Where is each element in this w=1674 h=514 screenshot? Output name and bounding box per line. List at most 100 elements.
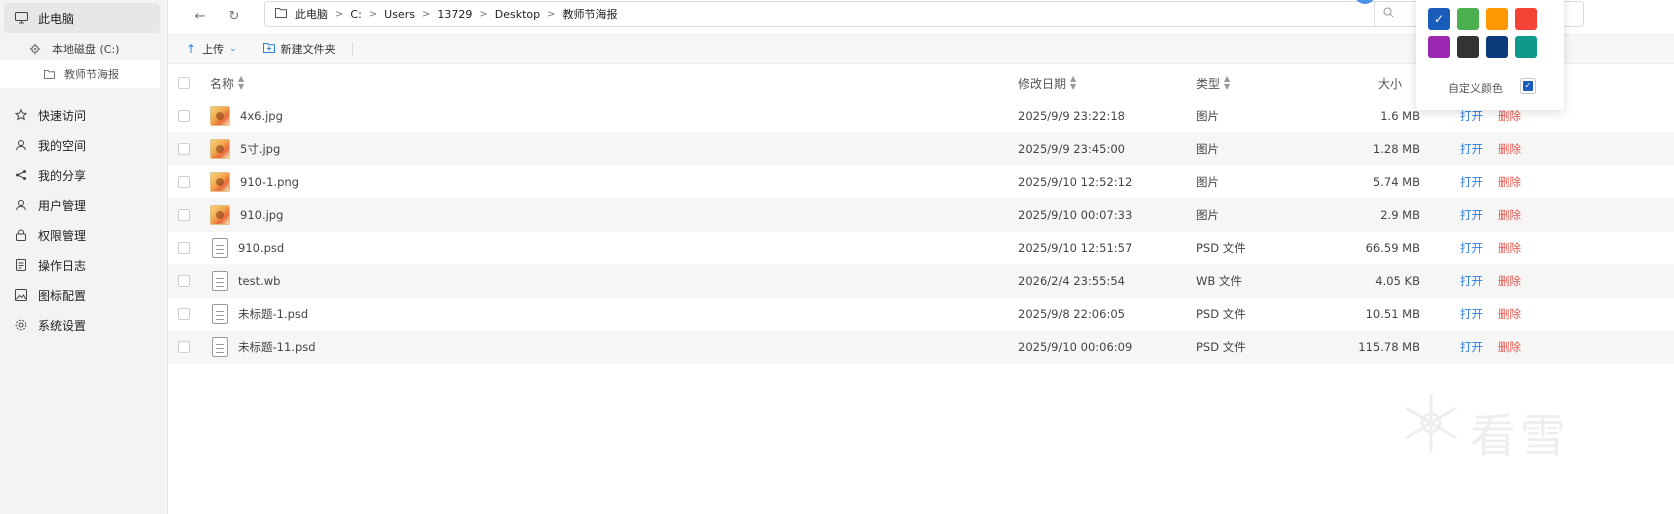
row-checkbox[interactable] [178,198,190,232]
color-swatch[interactable] [1457,36,1479,58]
file-name: test.wb [238,274,281,288]
file-name-cell[interactable]: 910.psd [210,231,284,265]
sidebar-item-this-pc[interactable]: 此电脑 [4,3,160,33]
sidebar-item-label: 我的空间 [38,138,87,153]
table-row[interactable]: 910.psd 2025/9/10 12:51:57 PSD 文件 66.59 MB 打… [168,231,1674,265]
custom-color-label: 自定义颜色 [1448,82,1503,95]
modified-date: 2026/2/4 23:55:54 [1018,274,1125,288]
monitor-icon [14,11,28,25]
color-swatch[interactable] [1457,8,1479,30]
open-button[interactable]: 打开 [1460,231,1483,265]
sidebar-item-permission-management[interactable]: 权限管理 [0,220,160,250]
column-header-size[interactable]: 大小 [1378,66,1402,100]
address-bar[interactable]: 此电脑 > C: > Users > 13729 > Desktop > 教师节… [264,1,1442,27]
new-folder-label: 新建文件夹 [280,43,336,56]
open-button[interactable]: 打开 [1460,330,1483,364]
color-swatch[interactable] [1486,36,1508,58]
gear-icon [28,42,42,56]
column-header-modified[interactable]: 修改日期 ▲ ▼ [1018,66,1076,100]
breadcrumb-drive[interactable]: C: [350,8,361,21]
file-type: PSD 文件 [1196,307,1246,321]
file-name: 4x6.jpg [240,109,283,123]
search-icon [1383,7,1394,21]
file-name: 910-1.png [240,175,299,189]
row-checkbox[interactable] [178,231,190,265]
open-button[interactable]: 打开 [1460,297,1483,331]
modified-date: 2025/9/10 12:51:57 [1018,241,1133,255]
delete-button[interactable]: 删除 [1498,297,1521,331]
sidebar-item-system-settings[interactable]: 系统设置 [0,310,160,340]
sidebar-item-operation-log[interactable]: 操作日志 [0,250,160,280]
sidebar-item-label: 用户管理 [38,198,87,213]
file-name-cell[interactable]: 910-1.png [210,165,299,199]
sidebar-item-current-folder[interactable]: 教师节海报 [0,60,160,88]
modified-date: 2025/9/10 12:52:12 [1018,175,1133,189]
file-name-cell[interactable]: 未标题-11.psd [210,330,316,364]
file-type: 图片 [1196,109,1219,123]
row-checkbox[interactable] [178,132,190,166]
open-button[interactable]: 打开 [1460,165,1483,199]
file-name-cell[interactable]: 4x6.jpg [210,99,283,133]
file-size: 1.6 MB [1380,109,1420,123]
open-button[interactable]: 打开 [1460,264,1483,298]
image-thumbnail-icon [210,172,230,192]
new-folder-button[interactable]: 新建文件夹 [259,37,340,61]
table-row[interactable]: 未标题-1.psd 2025/9/8 22:06:05 PSD 文件 10.51 MB… [168,297,1674,331]
file-name-cell[interactable]: 910.jpg [210,198,283,232]
row-checkbox[interactable] [178,264,190,298]
column-header-type[interactable]: 类型 ▲ ▼ [1196,66,1230,100]
delete-button[interactable]: 删除 [1498,231,1521,265]
table-row[interactable]: 未标题-11.psd 2025/9/10 00:06:09 PSD 文件 115.78… [168,330,1674,364]
row-checkbox[interactable] [178,165,190,199]
delete-button[interactable]: 删除 [1498,264,1521,298]
breadcrumb-user-folder[interactable]: 13729 [437,8,472,21]
watermark-text: 看雪 [1470,409,1570,463]
sidebar-item-icon-config[interactable]: 图标配置 [0,280,160,310]
open-button[interactable]: 打开 [1460,198,1483,232]
custom-color-button[interactable]: ✓ [1520,78,1536,94]
check-icon: ✓ [1523,81,1533,91]
image-thumbnail-icon [210,106,230,126]
breadcrumb-this-pc[interactable]: 此电脑 [295,6,328,22]
color-swatch[interactable] [1428,36,1450,58]
color-swatch[interactable] [1486,8,1508,30]
chevron-right-icon: > [368,8,378,20]
table-row[interactable]: 5寸.jpg 2025/9/9 23:45:00 图片 1.28 MB 打开 删除 [168,132,1674,166]
file-name-cell[interactable]: 未标题-1.psd [210,297,308,331]
open-button[interactable]: 打开 [1460,132,1483,166]
table-row[interactable]: test.wb 2026/2/4 23:55:54 WB 文件 4.05 KB 打开 删除 [168,264,1674,298]
modified-date: 2025/9/9 23:22:18 [1018,109,1125,123]
row-checkbox[interactable] [178,297,190,331]
breadcrumb-current-folder[interactable]: 教师节海报 [563,6,618,22]
color-swatch[interactable] [1515,8,1537,30]
delete-button[interactable]: 删除 [1498,132,1521,166]
sidebar-item-user-management[interactable]: 用户管理 [0,190,160,220]
watermark: 看雪 [1398,390,1598,470]
breadcrumb-desktop[interactable]: Desktop [495,8,540,21]
row-checkbox[interactable] [178,99,190,133]
back-button[interactable]: ← [188,4,212,28]
color-swatch[interactable] [1515,36,1537,58]
delete-button[interactable]: 删除 [1498,165,1521,199]
share-icon [14,168,28,182]
file-name-cell[interactable]: 5寸.jpg [210,132,280,166]
refresh-button[interactable]: ↻ [222,4,246,28]
delete-button[interactable]: 删除 [1498,330,1521,364]
sidebar-item-my-share[interactable]: 我的分享 [0,160,160,190]
file-size: 5.74 MB [1372,175,1420,189]
table-row[interactable]: 910.jpg 2025/9/10 00:07:33 图片 2.9 MB 打开 删除 [168,198,1674,232]
sidebar-item-my-space[interactable]: 我的空间 [0,130,160,160]
column-label: 修改日期 [1018,76,1067,91]
sidebar-item-quick-access[interactable]: 快速访问 [0,100,160,130]
row-checkbox[interactable] [178,330,190,364]
select-all-checkbox[interactable] [178,66,190,100]
toolbar-divider [351,42,353,56]
file-name-cell[interactable]: test.wb [210,264,280,298]
column-header-name[interactable]: 名称 ▲ ▼ [210,66,244,100]
color-swatch[interactable]: ✓ [1428,8,1450,30]
delete-button[interactable]: 删除 [1498,198,1521,232]
breadcrumb-users[interactable]: Users [384,8,415,21]
table-row[interactable]: 910-1.png 2025/9/10 12:52:12 图片 5.74 MB 打开 删除 [168,165,1674,199]
file-type: PSD 文件 [1196,340,1246,354]
upload-button[interactable]: ↑ 上传 ⌄ [182,37,241,61]
